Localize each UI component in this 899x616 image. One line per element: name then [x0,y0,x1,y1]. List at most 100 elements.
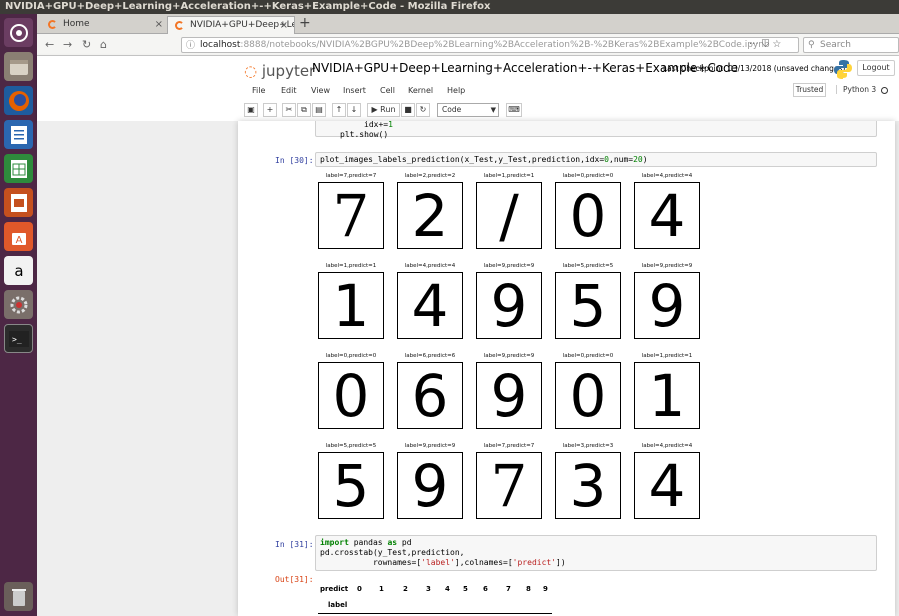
digit-label: label=9,predict=9 [641,263,693,269]
kernel-idle-icon [881,86,889,94]
paste-icon[interactable]: ▤ [312,103,326,117]
firefox-icon[interactable] [4,86,33,115]
digit-label: label=4,predict=4 [641,443,693,449]
digit-panel: label=6,predict=6 6 [397,353,463,433]
search-input[interactable]: ⚲ Search [803,37,899,53]
input-prompt: In [30]: [275,156,314,165]
menu-edit[interactable]: Edit [281,86,297,95]
terminal-icon[interactable]: >_ [4,324,33,353]
jupyter-logo[interactable]: ◌ jupyter [244,62,315,80]
digit-label: label=7,predict=7 [483,443,535,449]
close-tab-icon[interactable]: × [280,17,288,34]
column-header: 3 [426,585,431,593]
close-tab-icon[interactable]: × [155,16,163,33]
url-path: :8888/notebooks/NVIDIA%2BGPU%2BDeep%2BLe… [240,40,770,50]
digit-label: label=0,predict=0 [562,173,614,179]
digit-label: label=6,predict=6 [404,353,456,359]
amazon-icon[interactable]: a [4,256,33,285]
digit-label: label=5,predict=5 [562,263,614,269]
move-up-icon[interactable]: ↑ [332,103,346,117]
jupyter-favicon-icon [175,21,184,30]
interrupt-icon[interactable]: ■ [401,103,415,117]
jupyter-logo-text: jupyter [261,62,316,80]
code-line: pd.crosstab(y_Test,prediction, [320,548,465,557]
digit-glyph: 4 [411,272,449,339]
digit-label: label=1,predict=1 [641,353,693,359]
digit-glyph: 1 [648,362,686,429]
column-header: 9 [543,585,548,593]
reload-button[interactable]: ↻ [82,37,91,53]
window-title: NVIDIA+GPU+Deep+Learning+Acceleration+-+… [0,0,899,14]
restart-icon[interactable]: ↻ [416,103,430,117]
back-button[interactable]: ← [45,37,54,53]
column-header: 4 [445,585,450,593]
digit-label: label=5,predict=5 [325,443,377,449]
jupyter-favicon-icon [48,20,57,29]
digit-image: 7 [476,452,542,519]
code-cell-31[interactable]: import pandas as pd pd.crosstab(y_Test,pr… [315,535,877,571]
writer-icon[interactable] [4,120,33,149]
move-down-icon[interactable]: ↓ [347,103,361,117]
cut-icon[interactable]: ✂ [282,103,296,117]
digit-image: 4 [634,182,700,249]
save-icon[interactable]: ▣ [244,103,258,117]
files-icon[interactable] [4,52,33,81]
url-action-icons[interactable]: ··· ⛉ ☆ [749,37,781,53]
notebook-page: idx+=1 plt.show() In [30]: plot_images_la… [238,121,895,616]
trash-icon[interactable] [4,582,33,611]
digit-image: 0 [318,362,384,429]
tab-notebook[interactable]: NVIDIA+GPU+Deep+Lea × [167,16,295,34]
digit-image: 5 [555,272,621,339]
menu-kernel[interactable]: Kernel [408,86,433,95]
digit-panel: label=3,predict=3 3 [555,443,621,523]
code-cell-prev[interactable]: idx+=1 plt.show() [315,121,877,139]
menu-insert[interactable]: Insert [343,86,366,95]
digit-image: 9 [634,272,700,339]
trusted-indicator[interactable]: Trusted [793,83,826,97]
digit-image: 4 [397,272,463,339]
settings-icon[interactable] [4,290,33,319]
digit-image: / [476,182,542,249]
copy-icon[interactable]: ⧉ [297,103,311,117]
tab-home[interactable]: Home × [41,16,169,34]
run-button[interactable]: ▶ Run [367,103,400,117]
cell-type-select[interactable]: Code ▼ [437,103,499,117]
search-placeholder: Search [820,40,851,50]
digit-label: label=0,predict=0 [325,353,377,359]
menu-view[interactable]: View [311,86,330,95]
digit-panel: label=0,predict=0 0 [318,353,384,433]
calc-icon[interactable] [4,154,33,183]
digit-glyph: 9 [490,362,528,429]
digit-glyph: 4 [648,452,686,519]
code-cell-30[interactable]: plot_images_labels_prediction(x_Test,y_T… [315,152,877,167]
add-cell-icon[interactable]: + [263,103,277,117]
url-bar[interactable]: ⓘ localhost:8888/notebooks/NVIDIA%2BGPU%2… [181,37,799,53]
digit-label: label=3,predict=3 [562,443,614,449]
digit-label: label=2,predict=2 [404,173,456,179]
digit-panel: label=9,predict=9 9 [476,263,542,343]
dash-icon[interactable] [4,18,33,47]
logout-button[interactable]: Logout [857,60,895,76]
digit-label: label=9,predict=9 [404,443,456,449]
digit-glyph: 7 [490,452,528,519]
keyboard-icon[interactable]: ⌨ [506,103,522,117]
home-button[interactable]: ⌂ [100,37,107,53]
digit-image: 1 [634,362,700,429]
output-prompt: Out[31]: [275,575,314,584]
digit-panel: label=1,predict=1 / [476,173,542,253]
new-tab-button[interactable]: + [299,14,311,32]
column-header: 5 [463,585,468,593]
software-center-icon[interactable]: A [4,222,33,251]
digit-image: 9 [397,452,463,519]
forward-button[interactable]: → [63,37,72,53]
menu-cell[interactable]: Cell [380,86,395,95]
info-icon[interactable]: ⓘ [186,39,195,52]
digit-glyph: 4 [648,182,686,249]
impress-icon[interactable] [4,188,33,217]
digit-image: 4 [634,452,700,519]
column-header: 6 [483,585,488,593]
column-axis-header: predict [320,585,349,593]
notebook-toolbar: ▣ + ✂ ⧉ ▤ ↑ ↓ ▶ Run ■ ↻ Code ▼ ⌨ [244,103,894,120]
menu-help[interactable]: Help [447,86,465,95]
menu-file[interactable]: File [252,86,265,95]
